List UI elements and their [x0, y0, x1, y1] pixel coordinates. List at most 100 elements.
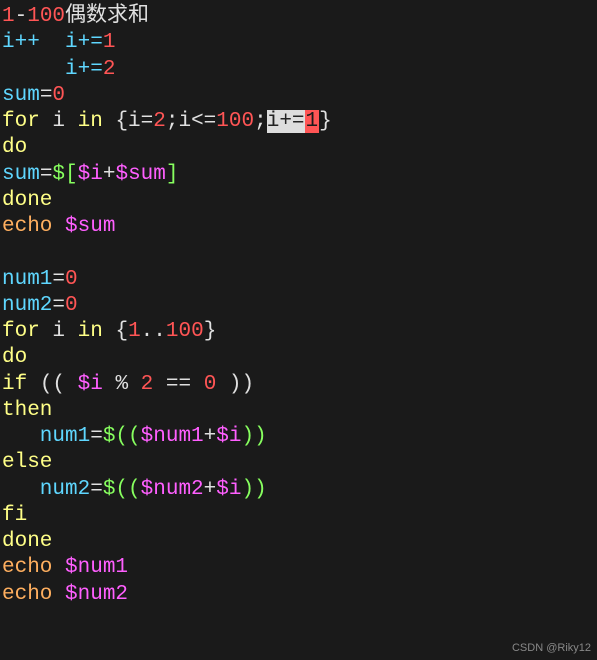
bracket-token: ] — [166, 163, 179, 186]
code-line — [2, 240, 595, 266]
watermark-text: CSDN @Riky12 — [512, 642, 591, 656]
number-token: 2 — [153, 110, 166, 133]
code-line: then — [2, 398, 595, 424]
variable-token: i++ i+= — [2, 31, 103, 54]
keyword-token: for — [2, 320, 40, 343]
code-line: num2=0 — [2, 293, 595, 319]
code-line: 1-100偶数求和 — [2, 4, 595, 30]
number-token: 1 — [2, 5, 15, 28]
number-token: 0 — [65, 268, 78, 291]
keyword-token: in — [78, 110, 103, 133]
variable-token: num2 — [2, 478, 90, 501]
code-line: echo $num1 — [2, 555, 595, 581]
operator-token: ;i<= — [166, 110, 216, 133]
operator-token: = — [52, 294, 65, 317]
variable-token: i — [40, 320, 78, 343]
variable-token: i — [40, 110, 78, 133]
code-line: num1=0 — [2, 267, 595, 293]
variable-ref-token: $num1 — [141, 425, 204, 448]
code-line: if (( $i % 2 == 0 )) — [2, 372, 595, 398]
variable-ref-token: $i — [216, 425, 241, 448]
keyword-token: do — [2, 346, 27, 369]
variable-token: num1 — [2, 425, 90, 448]
variable-token: i+= — [2, 58, 103, 81]
operator-token: + — [204, 425, 217, 448]
brace-token: {i= — [103, 110, 153, 133]
operator-token: ; — [254, 110, 267, 133]
code-line: do — [2, 135, 595, 161]
number-token: 100 — [216, 110, 254, 133]
number-token: 0 — [52, 84, 65, 107]
code-line: i+=2 — [2, 57, 595, 83]
variable-ref-token: $num2 — [141, 478, 204, 501]
number-token: 1 — [103, 31, 116, 54]
code-line: done — [2, 188, 595, 214]
code-line: done — [2, 529, 595, 555]
operator-token: = — [90, 425, 103, 448]
bracket-token: $[ — [52, 163, 77, 186]
number-token: 2 — [103, 58, 116, 81]
operator-token: = — [90, 478, 103, 501]
builtin-token: echo — [2, 556, 52, 579]
bracket-token: $(( — [103, 478, 141, 501]
number-token: 2 — [141, 373, 154, 396]
code-line: i++ i+=1 — [2, 30, 595, 56]
paren-token: (( — [27, 373, 77, 396]
keyword-token: do — [2, 136, 27, 159]
variable-ref-token: $sum — [115, 163, 165, 186]
code-editor[interactable]: 1-100偶数求和 i++ i+=1 i+=2 sum=0 for i in {… — [2, 4, 595, 608]
operator-token: + — [103, 163, 116, 186]
builtin-token: echo — [2, 583, 52, 606]
keyword-token: fi — [2, 504, 27, 527]
keyword-token: done — [2, 189, 52, 212]
code-line: for i in {1..100} — [2, 319, 595, 345]
code-line: echo $sum — [2, 214, 595, 240]
brace-token: } — [319, 110, 332, 133]
operator-token: + — [204, 478, 217, 501]
variable-token: num1 — [2, 268, 52, 291]
keyword-token: done — [2, 530, 52, 553]
operator-token: .. — [141, 320, 166, 343]
variable-ref-token: $num2 — [52, 583, 128, 606]
number-token: 0 — [65, 294, 78, 317]
variable-token: sum — [2, 163, 40, 186]
paren-token: )) — [216, 373, 254, 396]
keyword-token: else — [2, 451, 52, 474]
builtin-token: echo — [2, 215, 52, 238]
bracket-token: $(( — [103, 425, 141, 448]
code-line: sum=0 — [2, 83, 595, 109]
operator-token: == — [153, 373, 203, 396]
comment-text: 偶数求和 — [65, 5, 149, 28]
operator-token: - — [15, 5, 28, 28]
code-line: num1=$(($num1+$i)) — [2, 424, 595, 450]
number-token: 100 — [27, 5, 65, 28]
bracket-token: )) — [241, 478, 266, 501]
variable-ref-token: $num1 — [52, 556, 128, 579]
brace-token: } — [204, 320, 217, 343]
variable-token: sum — [2, 84, 40, 107]
number-token: 1 — [128, 320, 141, 343]
brace-token: { — [103, 320, 128, 343]
code-line: fi — [2, 503, 595, 529]
operator-token: % — [103, 373, 141, 396]
keyword-token: for — [2, 110, 40, 133]
code-line: sum=$[$i+$sum] — [2, 162, 595, 188]
bracket-token: )) — [241, 425, 266, 448]
operator-token: = — [40, 163, 53, 186]
keyword-token: if — [2, 373, 27, 396]
variable-ref-token: $sum — [52, 215, 115, 238]
highlighted-token: i+= — [267, 110, 305, 133]
number-token: 100 — [166, 320, 204, 343]
keyword-token: then — [2, 399, 52, 422]
operator-token: = — [40, 84, 53, 107]
number-token: 0 — [204, 373, 217, 396]
variable-ref-token: $i — [78, 163, 103, 186]
code-line: do — [2, 345, 595, 371]
operator-token: = — [52, 268, 65, 291]
keyword-token: in — [78, 320, 103, 343]
code-line: for i in {i=2;i<=100;i+=1} — [2, 109, 595, 135]
cursor-position[interactable]: 1 — [305, 110, 320, 133]
variable-ref-token: $i — [216, 478, 241, 501]
code-line: num2=$(($num2+$i)) — [2, 477, 595, 503]
code-line: echo $num2 — [2, 582, 595, 608]
